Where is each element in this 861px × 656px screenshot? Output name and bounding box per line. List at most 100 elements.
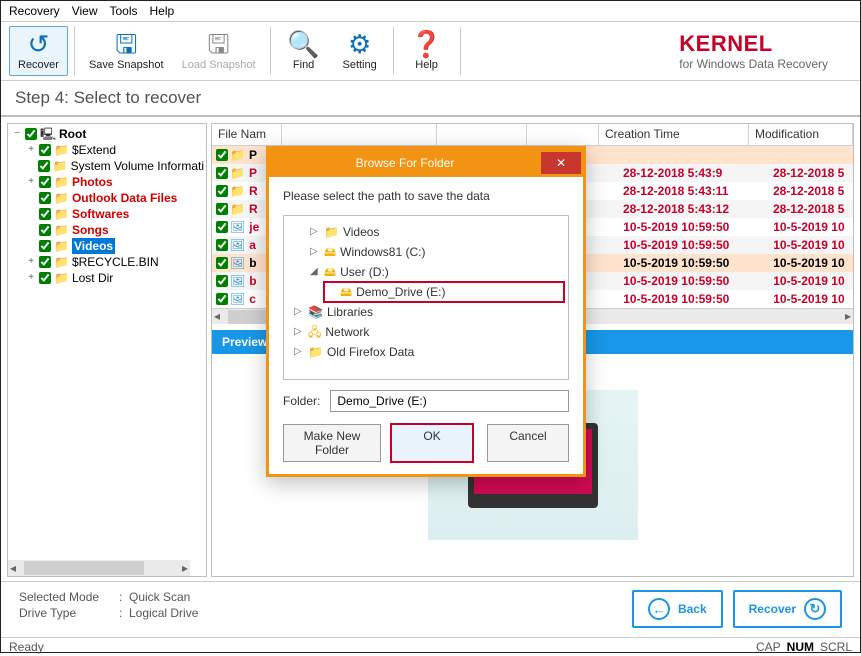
tree-item[interactable]: + 📁 Photos: [10, 174, 204, 190]
recover-label: Recover: [18, 59, 59, 71]
expand-icon[interactable]: ▷: [310, 243, 320, 261]
creation-time: 28-12-2018 5:43:12: [617, 202, 767, 216]
browser-tree-item[interactable]: 🖴 Demo_Drive (E:): [324, 282, 564, 302]
toolbar: ↺ Recover 🖫 Save Snapshot 🖫 Load Snapsho…: [1, 22, 860, 81]
file-row-cb[interactable]: [216, 203, 228, 215]
recover-icon: ↺: [28, 31, 50, 57]
help-button[interactable]: ❓ Help: [400, 27, 454, 75]
statusbar: Ready CAP NUM SCRL: [1, 637, 860, 656]
expand-icon[interactable]: ▷: [294, 323, 304, 341]
step-title: Step 4: Select to recover: [1, 81, 860, 117]
file-row-cb[interactable]: [216, 257, 228, 269]
browser-tree-item[interactable]: ◢ 🖴 User (D:): [308, 262, 564, 282]
tree-root[interactable]: −🖳Root: [10, 126, 204, 142]
cancel-button[interactable]: Cancel: [487, 424, 569, 462]
tree-item-cb[interactable]: [39, 144, 51, 156]
setting-button[interactable]: ⚙ Setting: [333, 27, 387, 75]
cap-indicator: CAP: [756, 640, 781, 654]
image-icon: 🖼: [230, 274, 245, 288]
browser-item-label: Windows81 (C:): [340, 243, 425, 261]
drive-icon: 🖴: [324, 263, 336, 281]
tree-item[interactable]: + 📁 $Extend: [10, 142, 204, 158]
col-creation[interactable]: Creation Time: [599, 124, 749, 145]
menu-help[interactable]: Help: [150, 4, 175, 18]
browser-tree-item[interactable]: ▷ 📁 Videos: [308, 222, 564, 242]
tree-item[interactable]: 📁 System Volume Informati: [10, 158, 204, 174]
browser-tree-item[interactable]: ▷ 🖴 Windows81 (C:): [308, 242, 564, 262]
recover-action-button[interactable]: Recover ↻: [733, 590, 842, 628]
make-new-folder-button[interactable]: Make New Folder: [283, 424, 381, 462]
browser-tree-item[interactable]: ▷ 📚 Libraries: [292, 302, 564, 322]
drive-icon: 🖴: [340, 283, 352, 301]
tree-item[interactable]: 📁 Softwares: [10, 206, 204, 222]
browser-tree-item[interactable]: ▷ 🖧 Network: [292, 322, 564, 342]
file-row-cb[interactable]: [216, 239, 228, 251]
file-row-cb[interactable]: [216, 149, 228, 161]
modification-time: 10-5-2019 10: [767, 256, 853, 270]
folder-field[interactable]: [330, 390, 569, 412]
image-icon: 🖼: [230, 238, 245, 252]
tree-item-cb[interactable]: [39, 208, 51, 220]
recover-action-label: Recover: [749, 602, 796, 616]
help-icon: ❓: [410, 31, 442, 57]
col-spacer3[interactable]: [527, 124, 599, 145]
tree-item-label: Softwares: [72, 206, 129, 222]
expand-icon[interactable]: ▷: [294, 343, 304, 361]
menu-recovery[interactable]: Recovery: [9, 4, 60, 18]
tree-item-cb[interactable]: [39, 192, 51, 204]
file-row-cb[interactable]: [216, 293, 228, 305]
tree-item-cb[interactable]: [39, 240, 51, 252]
ok-button[interactable]: OK: [391, 424, 473, 462]
tree-item-cb[interactable]: [39, 272, 51, 284]
dialog-close-button[interactable]: ✕: [541, 152, 581, 174]
col-spacer2[interactable]: [437, 124, 527, 145]
expand-icon[interactable]: +: [26, 174, 36, 190]
folder-icon: 📁: [54, 190, 69, 206]
expand-icon[interactable]: +: [26, 254, 36, 270]
gear-icon: ⚙: [348, 31, 371, 57]
save-snapshot-button[interactable]: 🖫 Save Snapshot: [81, 27, 172, 75]
col-spacer1[interactable]: [282, 124, 437, 145]
browser-item-label: Libraries: [327, 303, 373, 321]
expand-icon[interactable]: ▷: [310, 223, 320, 241]
tree-item-cb[interactable]: [38, 160, 50, 172]
find-button[interactable]: 🔍 Find: [277, 27, 331, 75]
expand-icon[interactable]: ▷: [294, 303, 304, 321]
modification-time: 28-12-2018 5: [767, 166, 853, 180]
menu-tools[interactable]: Tools: [109, 4, 137, 18]
tree-hscroll[interactable]: ◂ ▸: [8, 560, 190, 576]
load-snapshot-button[interactable]: 🖫 Load Snapshot: [174, 27, 264, 75]
tree-item[interactable]: + 📁 Lost Dir: [10, 270, 204, 286]
tree-item[interactable]: 📁 Outlook Data Files: [10, 190, 204, 206]
tree-item-cb[interactable]: [39, 224, 51, 236]
tree-item[interactable]: 📁 Songs: [10, 222, 204, 238]
folder-icon: 📁: [230, 184, 245, 198]
folder-icon: 📁: [230, 166, 245, 180]
recover-button[interactable]: ↺ Recover: [9, 26, 68, 76]
menu-view[interactable]: View: [72, 4, 98, 18]
mode-label: Selected Mode: [19, 590, 119, 604]
expand-icon[interactable]: +: [26, 270, 36, 286]
tree-item[interactable]: + 📁 $RECYCLE.BIN: [10, 254, 204, 270]
file-row-cb[interactable]: [216, 185, 228, 197]
tree-item[interactable]: 📁 Videos: [10, 238, 204, 254]
col-name[interactable]: File Nam: [212, 124, 282, 145]
file-row-cb[interactable]: [216, 221, 228, 233]
tree-root-cb[interactable]: [25, 128, 37, 140]
file-row-cb[interactable]: [216, 167, 228, 179]
recover-action-icon: ↻: [804, 598, 826, 620]
col-modification[interactable]: Modification: [749, 124, 853, 145]
back-button[interactable]: ← Back: [632, 590, 723, 628]
folder-icon: 📁: [54, 206, 69, 222]
file-row-cb[interactable]: [216, 275, 228, 287]
creation-time: 10-5-2019 10:59:50: [617, 292, 767, 306]
expand-icon[interactable]: +: [26, 142, 36, 158]
tree-item-label: Songs: [72, 222, 109, 238]
browser-tree-item[interactable]: ▷ 📁 Old Firefox Data: [292, 342, 564, 362]
folder-browser-tree[interactable]: ▷ 📁 Videos ▷ 🖴 Windows81 (C:) ◢ 🖴 User (…: [283, 215, 569, 380]
tree-item-cb[interactable]: [39, 256, 51, 268]
expand-icon[interactable]: ◢: [310, 263, 320, 281]
drive-icon: 📁: [308, 343, 323, 361]
browse-folder-dialog: Browse For Folder ✕ Please select the pa…: [266, 146, 586, 477]
tree-item-cb[interactable]: [39, 176, 51, 188]
